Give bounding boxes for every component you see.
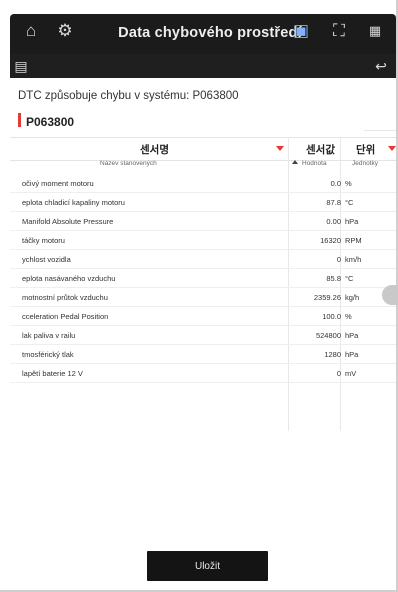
sensor-name: lak paliva v railu bbox=[22, 331, 76, 340]
sensor-value: 524800 bbox=[315, 331, 341, 340]
sort-up-icon[interactable] bbox=[292, 160, 298, 164]
sensor-unit: °C bbox=[345, 198, 354, 207]
sensor-name: Manifold Absolute Pressure bbox=[22, 217, 114, 226]
fullscreen-icon[interactable]: ⛶ bbox=[328, 20, 350, 42]
column-header-name[interactable]: 센서명 bbox=[140, 142, 169, 157]
sensor-name: táčky motoru bbox=[22, 236, 65, 245]
sensor-value: 100.0 bbox=[322, 312, 341, 321]
dtc-marker bbox=[18, 113, 21, 127]
diagnostic-icon[interactable]: ⚙ bbox=[54, 20, 76, 42]
table-row[interactable]: eplota nasávaného vzduchu 85.8 °C bbox=[10, 269, 396, 288]
subheader-name: Název stanovených bbox=[100, 160, 157, 167]
sensor-unit: °C bbox=[345, 274, 354, 283]
column-header-value[interactable]: 센서값 bbox=[306, 142, 335, 157]
divider bbox=[364, 130, 396, 131]
home-icon[interactable]: ⌂ bbox=[20, 20, 42, 42]
table-row[interactable]: lak paliva v railu 524800 hPa bbox=[10, 326, 396, 345]
sensor-value: 0 bbox=[336, 369, 341, 378]
dtc-code: P063800 bbox=[26, 115, 75, 129]
sensor-name: ychlost vozidla bbox=[22, 255, 71, 264]
sensor-name: cceleration Pedal Position bbox=[22, 312, 109, 321]
table-row[interactable]: cceleration Pedal Position 100.0% bbox=[10, 307, 396, 326]
sensor-name: očivý moment motoru bbox=[22, 179, 94, 188]
subheader-value: Hodnota bbox=[302, 160, 327, 167]
sensor-name: lapětí baterie 12 V bbox=[22, 369, 83, 378]
table-row[interactable]: táčky motoru 16320 RPM bbox=[10, 231, 396, 250]
table-row[interactable]: očivý moment motoru 0.0% bbox=[10, 174, 396, 193]
table-subheader: Název stanovených Hodnota Jednotky bbox=[10, 159, 396, 170]
sensor-value: 0.00 bbox=[326, 217, 341, 226]
data-table: očivý moment motoru 0.0% eplota chladicí … bbox=[10, 174, 396, 383]
grid-icon[interactable]: ▦ bbox=[364, 20, 386, 42]
back-icon[interactable]: ↩ bbox=[370, 55, 392, 77]
table-row[interactable]: ychlost vozidla 0 km/h bbox=[10, 250, 396, 269]
sensor-value: 87.8 bbox=[326, 198, 341, 207]
subheader-unit: Jednotky bbox=[352, 160, 379, 167]
app-frame: ⌂ ⚙ Data chybového prostředí ▣ ⛶ ▦ ▤ ↩ D… bbox=[0, 0, 398, 592]
column-header-unit[interactable]: 단위 bbox=[356, 142, 375, 157]
sensor-unit: mV bbox=[345, 369, 357, 378]
sensor-value: 85.8 bbox=[326, 274, 341, 283]
sensor-name: eplota chladicí kapaliny motoru bbox=[22, 198, 125, 207]
scroll-handle[interactable] bbox=[382, 285, 398, 305]
screen-icon[interactable]: ▤ bbox=[10, 55, 32, 77]
sensor-unit: kg/h bbox=[345, 293, 360, 302]
sort-down-icon[interactable] bbox=[276, 146, 284, 151]
sensor-name: tmosférický tlak bbox=[22, 350, 74, 359]
sensor-unit: hPa bbox=[345, 350, 359, 359]
sensor-unit: km/h bbox=[345, 255, 362, 264]
table-row[interactable]: eplota chladicí kapaliny motoru 87.8 °C bbox=[10, 193, 396, 212]
system-dtc-line: DTC způsobuje chybu v systému: P063800 bbox=[18, 90, 239, 102]
dropdown-icon[interactable] bbox=[388, 146, 396, 151]
sensor-name: motnostní průtok vzduchu bbox=[22, 293, 108, 302]
table-row[interactable]: Manifold Absolute Pressure 0.00 hPa bbox=[10, 212, 396, 231]
sensor-unit: RPM bbox=[345, 236, 362, 245]
table-row[interactable]: lapětí baterie 12 V 0 mV bbox=[10, 364, 396, 383]
page-title: Data chybového prostředí bbox=[118, 25, 302, 41]
table-row[interactable]: motnostní průtok vzduchu 2359.26 kg/h bbox=[10, 288, 396, 307]
car-scan-icon[interactable]: ▣ bbox=[290, 20, 312, 42]
sensor-name: eplota nasávaného vzduchu bbox=[22, 274, 116, 283]
sensor-value: 16320 bbox=[320, 236, 341, 245]
sensor-value: 1280 bbox=[324, 350, 341, 359]
save-button[interactable]: Uložit bbox=[147, 551, 268, 581]
top-bar: ⌂ ⚙ Data chybového prostředí ▣ ⛶ ▦ bbox=[10, 14, 396, 54]
sensor-unit: % bbox=[345, 179, 352, 188]
sensor-value: 2359.26 bbox=[313, 293, 341, 302]
sensor-value: 0 bbox=[336, 255, 341, 264]
sensor-value: 0.0 bbox=[330, 179, 341, 188]
table-header: 센서명 센서값 단위 bbox=[10, 137, 396, 161]
sensor-unit: hPa bbox=[345, 331, 359, 340]
sensor-unit: % bbox=[345, 312, 352, 321]
table-row[interactable]: tmosférický tlak 1280 hPa bbox=[10, 345, 396, 364]
sensor-unit: hPa bbox=[345, 217, 359, 226]
secondary-toolbar: ▤ ↩ bbox=[10, 54, 396, 78]
